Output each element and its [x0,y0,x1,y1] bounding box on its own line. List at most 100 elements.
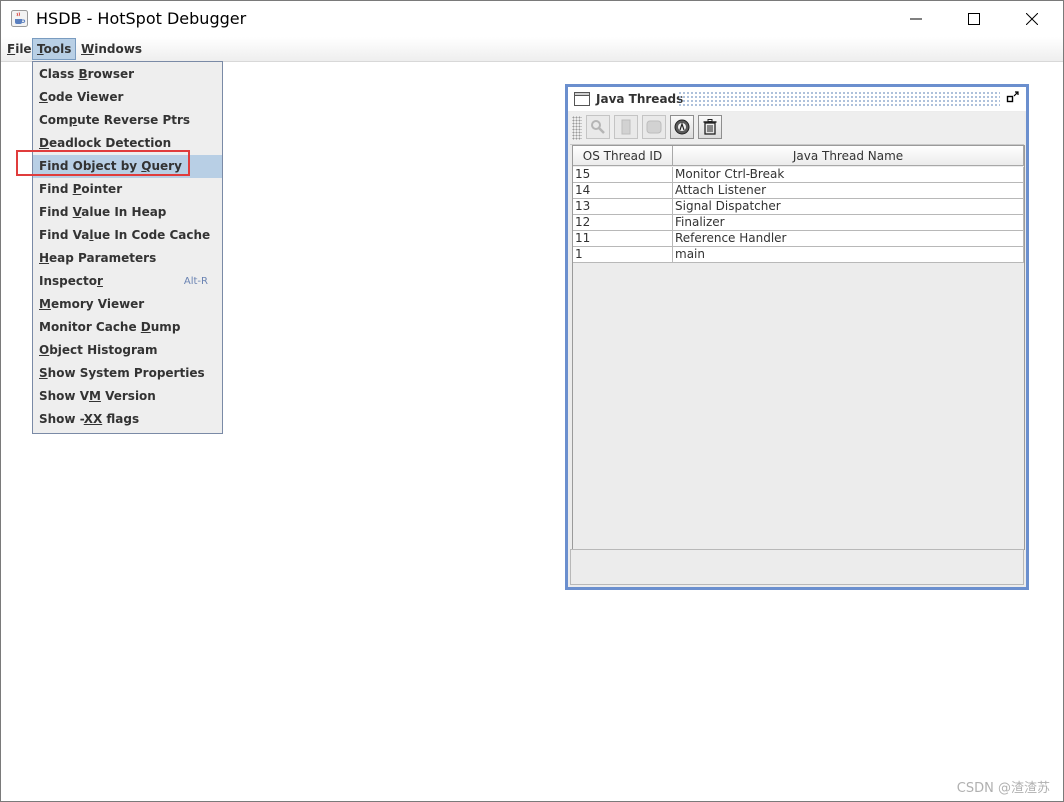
menu-item[interactable]: Compute Reverse Ptrs [33,109,222,132]
menu-item[interactable]: Inspector Alt-R [33,270,222,293]
menu-item-label: Show VM Version [39,385,156,408]
menu-item-label-text: Show V [39,389,89,403]
menu-item-mnemonic: XX [83,412,103,426]
toolbar-grip[interactable] [572,116,582,140]
menu-item-mnemonic: p [68,113,78,127]
menu-item[interactable]: Object Histogram [33,339,222,362]
menu-item[interactable]: Class Browser [33,63,222,86]
title-bar: HSDB - HotSpot Debugger [1,1,1063,37]
menu-bar: File Tools Windows [1,37,1063,62]
menu-item-label: Class Browser [39,63,134,86]
menu-file[interactable]: File [3,39,36,59]
menu-item-label: Find Value In Heap [39,201,166,224]
stack-memory-button[interactable] [614,115,638,139]
java-threads-toolbar [570,112,1024,145]
menu-tools-label: ools [43,42,72,56]
menu-item-label-text: ute Reverse Ptrs [77,113,191,127]
menu-item-label-text: Show - [39,412,84,426]
menu-windows-mnemonic: W [81,42,95,56]
menu-item-label-text: how System Properties [47,366,205,380]
menu-item-label-text: eadlock Detection [48,136,172,150]
menu-item-label-text: emory Viewer [50,297,145,311]
menu-item-label-text: ointer [81,182,123,196]
maximize-button[interactable] [945,1,1003,37]
cell-java-thread-name: Attach Listener [673,183,1024,199]
column-header-os-thread-id[interactable]: OS Thread ID [573,146,673,166]
cell-os-thread-id: 11 [573,231,673,247]
java-threads-frame: Java Threads OS Thread ID Java Thread Na… [565,84,1029,590]
menu-item-mnemonic: M [88,389,101,403]
menu-item-label: Inspector [39,270,103,293]
menu-item-label: Memory Viewer [39,293,144,316]
menu-tools[interactable]: Tools [32,38,77,60]
java-threads-title-bar[interactable]: Java Threads [568,87,1026,111]
window-title: HSDB - HotSpot Debugger [36,9,247,28]
menu-item-label-text: Find [39,182,73,196]
close-button[interactable] [1003,1,1061,37]
menu-item[interactable]: Find Value In Heap [33,201,222,224]
cell-java-thread-name: Finalizer [673,215,1024,231]
menu-item-label: Find Pointer [39,178,122,201]
menu-item[interactable]: Code Viewer [33,86,222,109]
show-stack-button[interactable] [642,115,666,139]
menu-windows[interactable]: Windows [77,39,146,59]
menu-item[interactable]: Show VM Version [33,385,222,408]
menu-item-mnemonic: M [39,297,51,311]
menu-file-label: ile [15,42,32,56]
menu-item[interactable]: Memory Viewer [33,293,222,316]
find-crashes-button[interactable] [670,115,694,139]
menu-item-label: Heap Parameters [39,247,156,270]
table-row[interactable]: 11 Reference Handler [573,231,1024,247]
java-coffee-icon [11,10,28,27]
menu-item[interactable]: Show -XX flags [33,408,222,431]
table-row[interactable]: 14 Attach Listener [573,183,1024,199]
menu-item-mnemonic: r [96,274,103,288]
menu-item-mnemonic: B [78,67,88,81]
minimize-button[interactable] [887,1,945,37]
annotation-highlight-box [16,150,190,176]
stack-memory-icon [621,119,631,135]
java-threads-title: Java Threads [596,92,684,106]
show-stack-icon [646,120,662,134]
menu-item-label-text: flags [102,412,140,426]
menu-item[interactable]: Find Value In Code Cache [33,224,222,247]
trash-button[interactable] [698,115,722,139]
menu-item-label: Show System Properties [39,362,205,385]
menu-item-label: Object Histogram [39,339,157,362]
menu-item-label-text: Find Va [39,228,90,242]
menu-item[interactable]: Monitor Cache Dump [33,316,222,339]
menu-item-label-text: Find [39,205,73,219]
menu-item-accelerator: Alt-R [183,276,208,287]
table-row[interactable]: 1 main [573,247,1024,263]
find-crashes-icon [674,119,690,135]
menu-file-mnemonic: F [7,42,16,56]
inspect-thread-button[interactable] [586,115,610,139]
menu-item-mnemonic: H [39,251,50,265]
menu-item-label-text: rowser [87,67,135,81]
menu-item-mnemonic: O [39,343,50,357]
inspect-thread-icon [591,120,605,134]
menu-item-label: Show -XX flags [39,408,139,431]
menu-item[interactable]: Heap Parameters [33,247,222,270]
menu-windows-label: indows [94,42,142,56]
menu-item-label-text: ump [150,320,181,334]
column-header-java-thread-name[interactable]: Java Thread Name [673,146,1024,166]
menu-tools-mnemonic: T [37,42,44,56]
menu-item-label-text: Monitor Cache [39,320,141,334]
table-row[interactable]: 12 Finalizer [573,215,1024,231]
menu-item-label: Find Value In Code Cache [39,224,210,247]
menu-item[interactable]: Find Pointer [33,178,222,201]
table-row[interactable]: 15 Monitor Ctrl-Break [573,167,1024,183]
menu-item-label: Monitor Cache Dump [39,316,180,339]
trash-icon [703,119,717,135]
menu-item-label-text: Inspecto [39,274,97,288]
menu-item-label-text: Version [100,389,156,403]
menu-item-label-text: ode Viewer [47,90,124,104]
menu-item-mnemonic: V [72,205,82,219]
menu-item-label-text: Class [39,67,79,81]
menu-item[interactable]: Show System Properties [33,362,222,385]
restore-icon[interactable] [1006,90,1020,104]
table-row[interactable]: 13 Signal Dispatcher [573,199,1024,215]
menu-item-mnemonic: C [39,90,48,104]
cell-os-thread-id: 12 [573,215,673,231]
